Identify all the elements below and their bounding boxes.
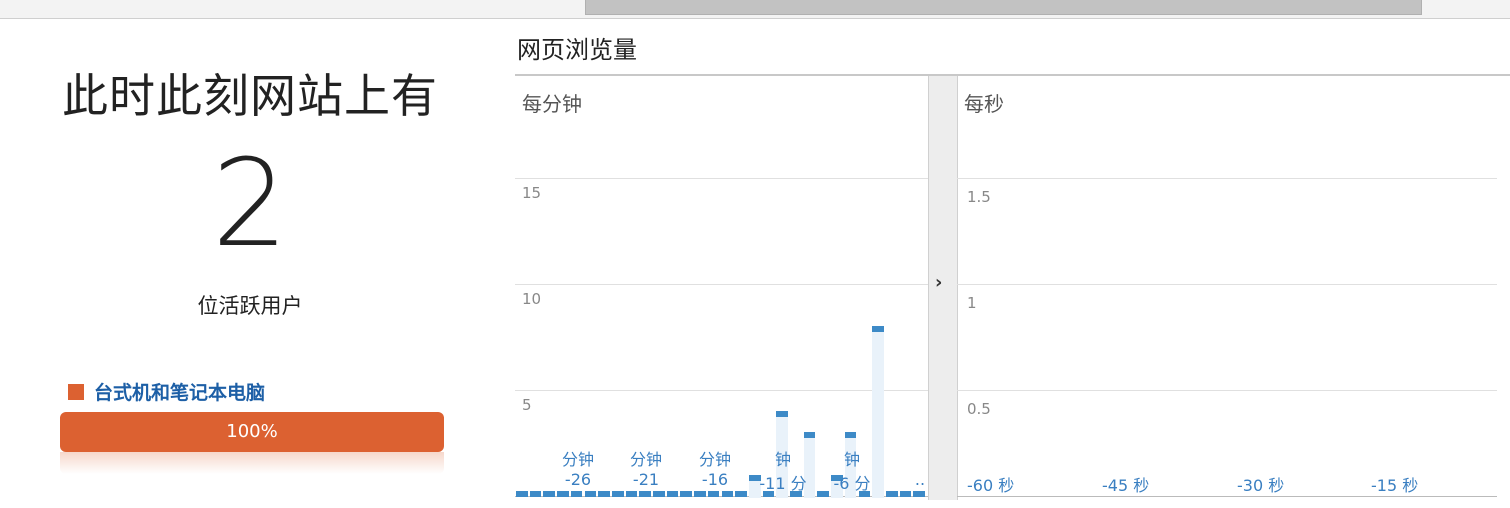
per-minute-bar-cap (899, 491, 912, 497)
per-minute-bar-cap (721, 491, 734, 497)
per-minute-x-tick: -21 (632, 470, 660, 489)
chevron-right-icon[interactable]: › (935, 272, 942, 293)
horizontal-scrollbar[interactable] (0, 0, 1510, 19)
active-users-heading: 此时此刻网站上有 (62, 69, 438, 123)
per-minute-bar-cap (516, 491, 528, 497)
pageviews-title: 网页浏览量 (517, 36, 637, 64)
per-minute-bar-cap (776, 411, 788, 418)
per-minute-bar-cap (557, 491, 569, 497)
device-share-bar: 100% (60, 412, 444, 452)
per-minute-x-tick: -26 (564, 470, 592, 489)
per-minute-y-tick: 5 (522, 396, 532, 414)
scrollbar-thumb[interactable] (585, 0, 1422, 15)
per-minute-x-tick: -16 (701, 470, 729, 489)
per-second-y-tick: 0.5 (967, 400, 991, 418)
per-minute-bar-cap (625, 491, 638, 497)
active-users-count: 2 (211, 135, 289, 274)
per-minute-bar-cap (653, 491, 665, 497)
chart-toggle[interactable]: › (928, 76, 958, 500)
per-minute-bar-cap (598, 491, 610, 497)
per-minute-bar-cap (666, 491, 679, 497)
device-color-swatch (68, 383, 84, 400)
per-minute-x-tick-top: 钟 (774, 450, 791, 469)
per-minute-x-tick: -11 分 (759, 474, 807, 493)
per-second-y-tick: 1.5 (967, 188, 991, 206)
active-users-panel: 此时此刻网站上有 2 位活跃用户 台式机和笔记本电脑 100% (0, 18, 500, 508)
per-minute-bar-cap (570, 491, 583, 497)
per-minute-bar-cap (694, 491, 706, 497)
device-legend-label[interactable]: 台式机和笔记本电脑 (94, 378, 265, 405)
per-second-gridline (957, 390, 1497, 391)
per-second-x-tick: -60 秒 (967, 476, 1015, 495)
per-minute-gridline (515, 284, 928, 285)
per-minute-bar-cap (611, 491, 624, 497)
per-minute-bar-cap (543, 491, 556, 497)
per-minute-bar-cap (913, 491, 925, 497)
per-minute-bar-cap (639, 491, 651, 497)
per-minute-bar-cap (844, 432, 857, 439)
per-minute-label: 每分钟 (522, 92, 582, 116)
per-second-y-tick: 1 (967, 294, 977, 312)
per-minute-x-tick-top: 钟 (843, 450, 860, 469)
per-minute-bar-cap (803, 432, 816, 439)
per-minute-bar-cap (735, 491, 747, 497)
per-minute-x-tick-top: 分钟 (561, 450, 594, 469)
per-minute-chart: 每分钟 15 10 5 分钟 -26 分钟 -21 分钟 -16 钟 -11 分钟 -6 分.. (515, 76, 928, 500)
per-second-chart: 每秒 1.5 1 0.5 -60 秒 -45 秒 -30 秒 -15 秒 (957, 76, 1497, 500)
per-minute-x-tick-top: 分钟 (698, 450, 731, 469)
per-second-baseline (957, 496, 1497, 497)
per-minute-x-tick: -6 分 (833, 474, 871, 493)
per-minute-y-tick: 10 (522, 290, 542, 308)
per-minute-bar-cap (885, 491, 898, 497)
active-users-label: 位活跃用户 (197, 294, 303, 318)
per-second-gridline (957, 178, 1497, 179)
per-minute-bar-cap (529, 491, 542, 497)
per-minute-gridline (515, 178, 928, 179)
per-minute-x-tick-top: 分钟 (629, 450, 662, 469)
per-minute-gridline (515, 390, 928, 391)
device-share-bar-reflection (60, 452, 444, 474)
per-minute-bar-cap (872, 326, 884, 333)
device-legend: 台式机和笔记本电脑 (68, 378, 265, 405)
per-second-label: 每秒 (964, 92, 1004, 116)
per-minute-bar-cap (584, 491, 597, 497)
per-second-gridline (957, 284, 1497, 285)
per-second-x-tick: -45 秒 (1102, 476, 1150, 495)
per-minute-y-tick: 15 (522, 184, 542, 202)
per-second-x-tick: -15 秒 (1371, 476, 1419, 495)
per-second-x-tick: -30 秒 (1237, 476, 1285, 495)
per-minute-bar-cap (707, 491, 720, 497)
per-minute-bar-cap (680, 491, 693, 497)
